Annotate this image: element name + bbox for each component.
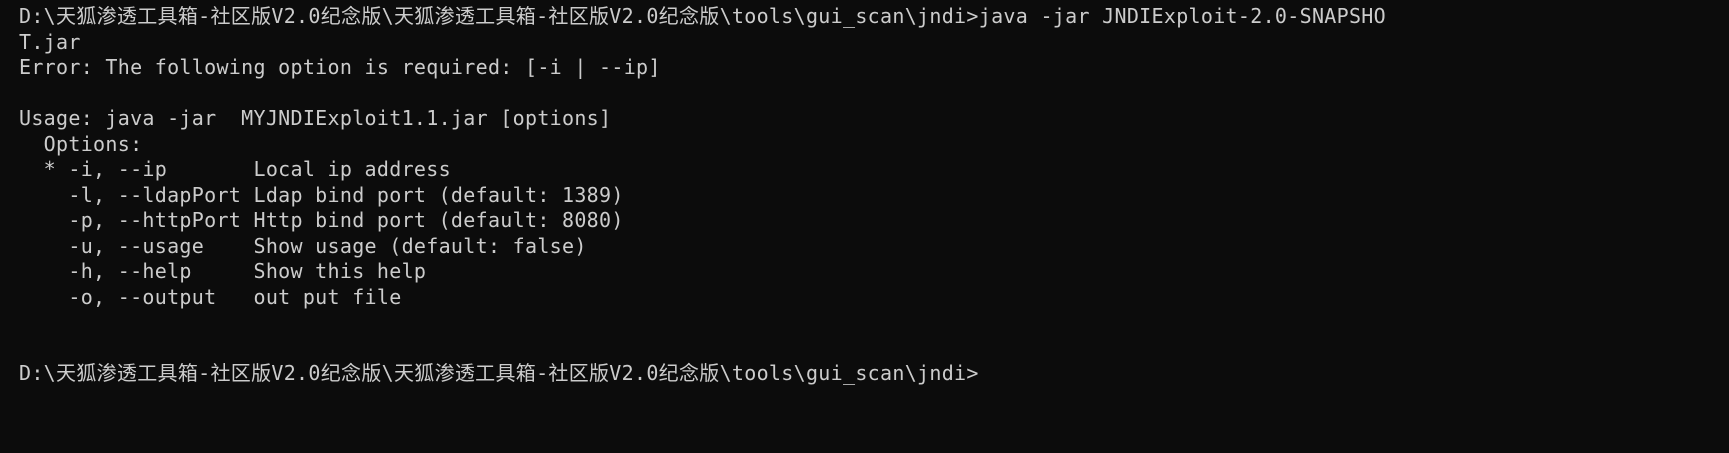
option-http-port: -p, --httpPort Http bind port (default: … bbox=[19, 208, 624, 232]
command-line-wrap: T.jar bbox=[19, 29, 81, 54]
option-usage: -u, --usage Show usage (default: false) bbox=[19, 233, 587, 258]
prompt-line[interactable]: D:\天狐渗透工具箱-社区版V2.0纪念版\天狐渗透工具箱-社区版V2.0纪念版… bbox=[19, 361, 1729, 387]
option-output: -o, --output out put file bbox=[19, 284, 402, 309]
usage-line: Usage: java -jar MYJNDIExploit1.1.jar [o… bbox=[19, 106, 612, 130]
terminal-window[interactable]: D:\天狐渗透工具箱-社区版V2.0纪念版\天狐渗透工具箱-社区版V2.0纪念版… bbox=[0, 0, 1729, 453]
option-ldap-port: -l, --ldapPort Ldap bind port (default: … bbox=[19, 182, 624, 207]
scrollbar[interactable] bbox=[1717, 0, 1729, 453]
options-heading: Options: bbox=[19, 131, 143, 156]
command-line: D:\天狐渗透工具箱-社区版V2.0纪念版\天狐渗透工具箱-社区版V2.0纪念版… bbox=[19, 4, 1386, 28]
option-help: -h, --help Show this help bbox=[19, 259, 427, 283]
error-message: Error: The following option is required:… bbox=[19, 55, 661, 79]
option-ip: * -i, --ip Local ip address bbox=[19, 157, 451, 181]
